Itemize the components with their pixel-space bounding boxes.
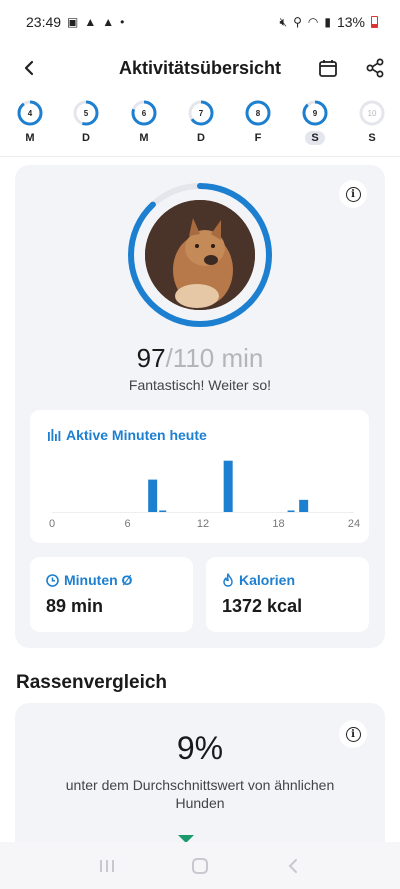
day-number: 4 (27, 108, 33, 118)
day-progress-ring: 4 (17, 100, 43, 126)
day-1[interactable]: 5D (66, 100, 106, 145)
day-label: M (139, 132, 149, 144)
chart-title-text: Aktive Minuten heute (66, 427, 207, 443)
chart-bar (223, 460, 233, 512)
average-minutes-label: Minuten Ø (46, 572, 132, 588)
calories-card: Kalorien 1372 kcal (206, 557, 369, 632)
day-label: S (368, 132, 376, 144)
chart-bar (159, 510, 167, 512)
day-progress-ring: 8 (245, 100, 271, 126)
dog-avatar (145, 200, 255, 310)
chart-x-tick: 0 (49, 518, 55, 530)
day-label: D (197, 132, 205, 144)
battery-percent: 13% (336, 14, 365, 30)
system-nav-bar (0, 842, 400, 889)
info-icon: i (345, 186, 361, 202)
notification-dot-icon: • (120, 15, 125, 29)
mute-icon: 🔇︎ (279, 15, 288, 29)
chart-bar (299, 499, 309, 512)
info-button[interactable]: i (339, 180, 367, 208)
day-3[interactable]: 7D (181, 100, 221, 145)
day-progress-ring: 5 (73, 100, 99, 126)
active-minutes-chart-card[interactable]: 0 6 12 18 24 Aktive Minuten heute (30, 410, 369, 543)
chart-x-tick: 12 (197, 518, 209, 530)
praise-text: Fantastisch! Weiter so! (128, 377, 272, 393)
day-progress-ring: 6 (131, 100, 157, 126)
status-time: 23:49 (26, 14, 62, 30)
day-progress-ring: 10 (359, 100, 385, 126)
home-button[interactable] (180, 851, 220, 881)
calories-label: Kalorien (222, 572, 295, 588)
day-number: 6 (141, 108, 147, 118)
warning-icon: ▲ (102, 15, 115, 29)
activity-card: i 97/110 min Fantastisch! Weiter so! 061 (15, 165, 385, 648)
day-number: 9 (312, 108, 318, 118)
day-5[interactable]: 9S (295, 100, 335, 145)
day-label: F (254, 132, 262, 144)
day-number: 7 (198, 108, 204, 118)
chart-bar (287, 510, 295, 512)
day-number: 5 (83, 108, 89, 118)
recent-apps-icon (99, 859, 114, 872)
recent-apps-button[interactable] (87, 851, 127, 881)
status-bar: 23:49 ▣ ▲ ▲ • 🔇︎ ⚲ ◠ ▮ 13% (0, 0, 400, 44)
comparison-percent: 9% (176, 730, 224, 766)
image-icon: ▣ (67, 15, 79, 29)
calories-label-text: Kalorien (239, 572, 296, 588)
signal-icon: ▮ (324, 15, 331, 29)
share-button[interactable] (361, 54, 389, 82)
divider (0, 156, 400, 157)
location-icon: ⚲ (293, 15, 302, 29)
day-6[interactable]: 10 S (352, 100, 392, 145)
calendar-button[interactable] (314, 54, 342, 82)
back-nav-icon (288, 858, 298, 873)
average-minutes-label-text: Minuten Ø (64, 572, 133, 588)
average-minutes-value: 89 min (46, 596, 104, 616)
day-number: 10 (367, 108, 377, 118)
chart-x-tick: 18 (272, 518, 284, 530)
chart-title: Aktive Minuten heute (48, 427, 207, 443)
clock-icon (46, 573, 59, 587)
minutes-value: 97 (136, 343, 166, 373)
back-nav-button[interactable] (273, 851, 313, 881)
battery-icon (371, 16, 378, 28)
day-progress-ring: 7 (188, 100, 214, 126)
breed-comparison-card: i 9% unter dem Durchschnittswert von ähn… (15, 703, 385, 863)
back-button[interactable] (16, 54, 44, 82)
chevron-left-icon (24, 60, 34, 76)
activity-ring (127, 182, 273, 328)
day-0[interactable]: 4M (10, 100, 50, 145)
share-icon (366, 58, 384, 78)
minutes-goal: /110 min (165, 343, 264, 373)
warning-icon: ▲ (84, 15, 97, 29)
day-number: 8 (255, 108, 261, 118)
day-progress-ring: 9 (302, 100, 328, 126)
day-selector: 4 M 5 D 6 M 7 D 8 F 9 S 10 S (0, 100, 400, 156)
breed-comparison-title: Rassenvergleich (16, 672, 168, 693)
wifi-icon: ◠ (307, 15, 319, 29)
home-icon (191, 857, 208, 874)
day-label: M (25, 132, 35, 144)
bar-chart-icon (48, 429, 61, 441)
day-2[interactable]: 6M (124, 100, 164, 145)
day-4[interactable]: 8F (238, 100, 278, 145)
flame-icon (223, 573, 233, 587)
chart-x-tick: 6 (124, 518, 130, 530)
comparison-text: unter dem Durchschnittswert von ähnliche… (65, 777, 335, 811)
average-minutes-card: Minuten Ø 89 min (30, 557, 193, 632)
chart-bar (148, 479, 158, 512)
app-header: Aktivitätsübersicht (0, 44, 400, 92)
calendar-icon (319, 60, 337, 77)
day-label: D (82, 132, 90, 144)
calories-value: 1372 kcal (222, 596, 303, 616)
active-minutes: 97/110 min (15, 343, 385, 374)
day-label: S (305, 131, 325, 145)
chart-x-tick: 24 (348, 518, 360, 530)
